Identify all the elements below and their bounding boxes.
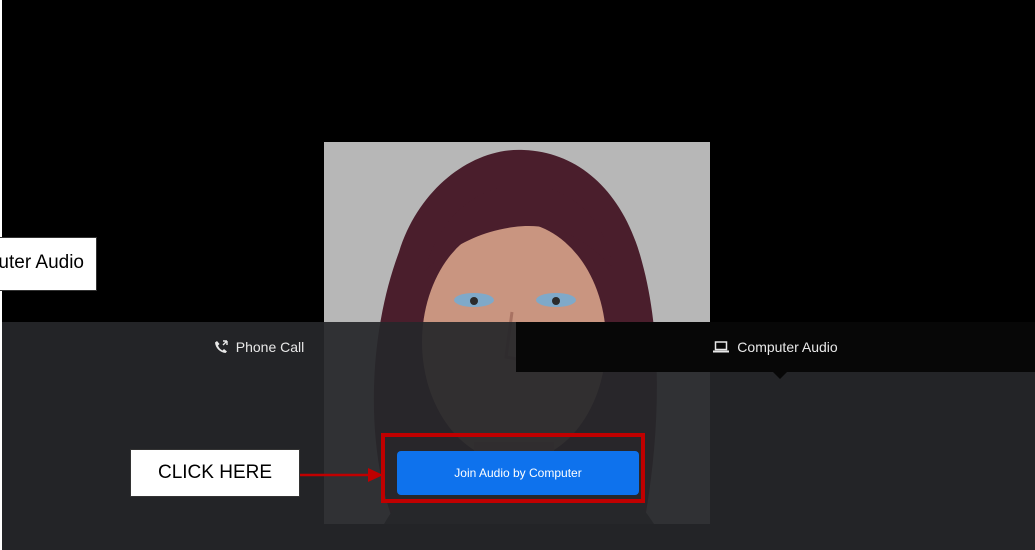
tab-phone-call[interactable]: Phone Call (2, 322, 516, 372)
annotation-partial-callout: Computer Audio (0, 237, 97, 291)
active-tab-pointer (773, 372, 787, 379)
annotation-arrow-icon (300, 468, 383, 482)
annotation-partial-callout-label: Computer Audio (0, 252, 84, 273)
annotation-highlight-box (381, 433, 645, 503)
tab-computer-audio-label: Computer Audio (737, 339, 838, 355)
phone-icon (214, 340, 228, 354)
tab-phone-call-label: Phone Call (235, 339, 305, 355)
laptop-icon (713, 341, 730, 353)
annotation-click-here-callout: CLICK HERE (130, 449, 300, 497)
tab-computer-audio[interactable]: Computer Audio (516, 322, 1035, 372)
annotation-click-here-label: CLICK HERE (157, 462, 273, 483)
